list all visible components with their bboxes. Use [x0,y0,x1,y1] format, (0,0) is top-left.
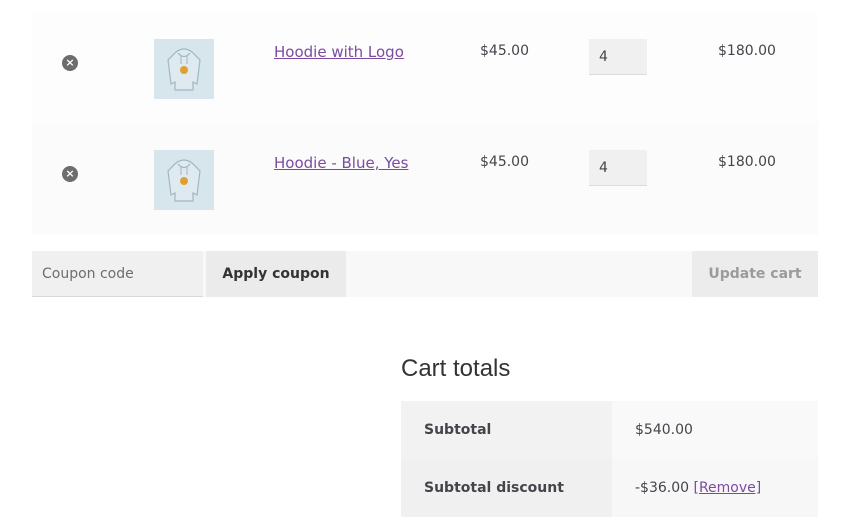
product-name-link[interactable]: Hoodie with Logo [274,43,404,61]
discount-row: Subtotal discount -$36.00 [Remove] [401,459,818,517]
hoodie-icon [167,48,201,91]
table-row: × Hoodie with Logo $45.00 4 $180.00 [32,13,818,124]
discount-label: Subtotal discount [401,459,612,517]
discount-cell: -$36.00 [Remove] [612,459,818,517]
line-subtotal: $180.00 [718,43,776,59]
quantity-input[interactable]: 4 [589,39,647,75]
cart-table: × Hoodie with Logo $45.00 4 $180.00 × Ho… [32,13,818,235]
product-price: $45.00 [480,43,529,59]
hoodie-icon [167,159,201,202]
line-subtotal: $180.00 [718,154,776,170]
cart-actions: Coupon code Apply coupon Update cart [32,251,818,297]
remove-item-icon[interactable]: × [62,166,78,182]
cart-totals-table: Subtotal $540.00 Subtotal discount -$36.… [401,401,818,517]
discount-value: -$36.00 [635,480,690,496]
product-thumbnail[interactable] [154,39,214,99]
table-row: × Hoodie - Blue, Yes $45.00 4 $180.00 [32,124,818,235]
remove-item-icon[interactable]: × [62,55,78,71]
quantity-input[interactable]: 4 [589,150,647,186]
cart-totals-title: Cart totals [401,355,511,382]
subtotal-label: Subtotal [401,401,612,459]
table-top-strip [32,0,818,13]
update-cart-button[interactable]: Update cart [692,251,818,297]
subtotal-row: Subtotal $540.00 [401,401,818,459]
product-name-link[interactable]: Hoodie - Blue, Yes [274,154,408,172]
remove-coupon-link[interactable]: [Remove] [694,480,762,496]
subtotal-value: $540.00 [612,401,818,459]
apply-coupon-button[interactable]: Apply coupon [206,251,346,297]
product-thumbnail[interactable] [154,150,214,210]
coupon-code-input[interactable]: Coupon code [32,251,203,297]
product-price: $45.00 [480,154,529,170]
